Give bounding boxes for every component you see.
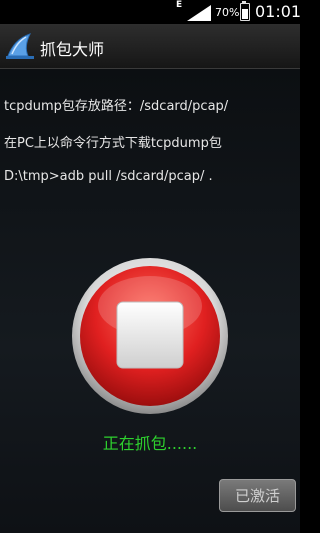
battery-fill <box>242 9 248 19</box>
signal-icon <box>187 5 211 21</box>
info-line-path: tcpdump包存放路径：/sdcard/pcap/ <box>4 99 229 114</box>
capture-status-text: 正在抓包...... <box>102 434 198 453</box>
battery-icon <box>240 3 250 21</box>
stop-capture-button[interactable] <box>70 256 230 416</box>
shark-fin-icon <box>6 33 34 59</box>
stop-button-icon <box>72 258 228 414</box>
title-bar: 抓包大师 <box>0 24 300 69</box>
activated-button[interactable]: 已激活 <box>219 479 296 512</box>
battery-percent: 70% <box>215 6 240 19</box>
clock: 01:01 <box>255 2 302 21</box>
main-content: tcpdump包存放路径：/sdcard/pcap/ 在PC上以命令行方式下载t… <box>0 69 300 533</box>
app-title: 抓包大师 <box>40 40 105 59</box>
info-line-download-hint: 在PC上以命令行方式下载tcpdump包 <box>4 136 222 151</box>
status-bar: E 70% 01:01 <box>0 0 302 24</box>
info-line-adb-command: D:\tmp>adb pull /sdcard/pcap/ . <box>4 169 213 184</box>
network-type: E <box>176 0 183 10</box>
